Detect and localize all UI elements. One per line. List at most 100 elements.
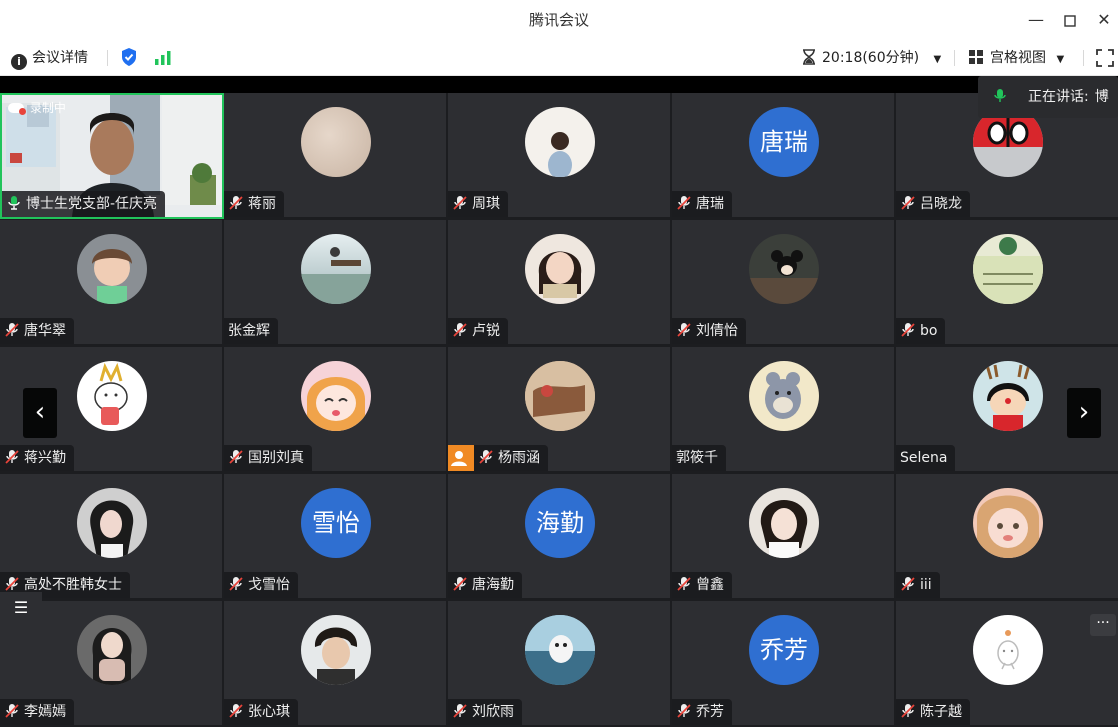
participant-name: 国别刘真	[248, 450, 304, 466]
fullscreen-icon[interactable]	[1096, 49, 1114, 67]
participant-name: Selena	[900, 450, 948, 466]
toolbar-divider	[107, 50, 108, 66]
timer-label: 20:18(60分钟)	[822, 50, 920, 66]
mic-muted-icon	[229, 577, 243, 591]
mic-muted-icon	[453, 196, 467, 210]
participant-tile[interactable]: 刘倩怡	[672, 220, 896, 346]
participant-name: iii	[920, 577, 932, 593]
chevron-left-icon: ‹	[34, 397, 46, 427]
participant-nametag: 卢锐	[448, 318, 508, 344]
minimize-icon[interactable]: —	[1024, 8, 1048, 32]
participant-tile[interactable]: bo	[896, 220, 1118, 346]
meeting-timer[interactable]: 20:18(60分钟) ▼	[802, 40, 941, 76]
participant-name: 戈雪怡	[248, 577, 290, 593]
participant-tile[interactable]: 陈子越	[896, 601, 1118, 727]
participant-grid: 录制中 博士生党支部-任庆亮 蒋丽 周琪 唐瑞 唐瑞 吕晓龙 唐华翠 张金辉 卢…	[0, 93, 1118, 727]
participant-avatar	[77, 361, 147, 431]
toolbar-divider	[954, 50, 955, 66]
participant-tile[interactable]: 国别刘真	[224, 347, 448, 473]
participant-avatar-text: 唐瑞	[749, 107, 819, 177]
network-signal-icon[interactable]	[154, 50, 172, 66]
meeting-details-button[interactable]: i 会议详情	[11, 40, 88, 76]
hourglass-icon	[803, 49, 815, 65]
participant-name: 唐瑞	[696, 196, 724, 212]
participant-nametag: bo	[896, 318, 946, 344]
participant-avatar	[77, 234, 147, 304]
participant-name: 蒋兴勤	[24, 450, 66, 466]
meeting-details-label: 会议详情	[32, 50, 88, 66]
participant-name: 唐海勤	[472, 577, 514, 593]
maximize-icon[interactable]	[1058, 8, 1082, 32]
participant-name: 蒋丽	[248, 196, 276, 212]
chevron-down-icon: ▼	[1056, 54, 1065, 65]
mic-muted-icon	[677, 577, 691, 591]
more-options-button[interactable]: ···	[1090, 614, 1116, 636]
mic-muted-icon	[5, 704, 19, 718]
participant-nametag: 杨雨涵	[448, 445, 548, 471]
participant-name: 李嫣嫣	[24, 704, 66, 720]
participant-avatar	[301, 361, 371, 431]
next-page-button[interactable]: ›	[1067, 388, 1101, 438]
participant-name: 刘欣雨	[472, 704, 514, 720]
participant-avatar	[525, 234, 595, 304]
participant-nametag: 戈雪怡	[224, 572, 298, 598]
participant-nametag: Selena	[896, 445, 956, 471]
participant-nametag: 国别刘真	[224, 445, 312, 471]
speaking-name: 博	[1094, 89, 1109, 105]
participant-nametag: 唐华翠	[0, 318, 74, 344]
participant-tile[interactable]: 高处不胜韩女士	[0, 474, 224, 600]
speaking-indicator: 正在讲话: 博	[978, 76, 1118, 118]
prev-page-button[interactable]: ‹	[23, 388, 57, 438]
participant-name: 博士生党支部-任庆亮	[26, 196, 158, 212]
mic-muted-icon	[901, 577, 915, 591]
participant-tile[interactable]: 周琪	[448, 93, 672, 219]
mic-on-icon	[994, 89, 1006, 102]
participant-tile[interactable]: 杨雨涵	[448, 347, 672, 473]
participant-tile[interactable]: 曾鑫	[672, 474, 896, 600]
participant-nametag: 刘欣雨	[448, 699, 522, 725]
participant-name: 卢锐	[472, 323, 500, 339]
participant-tile[interactable]: 卢锐	[448, 220, 672, 346]
participant-avatar	[973, 615, 1043, 685]
participant-name: 曾鑫	[696, 577, 724, 593]
participant-nametag: 张金辉	[224, 318, 278, 344]
participant-name: 张心琪	[248, 704, 290, 720]
participant-tile[interactable]: 雪怡 戈雪怡	[224, 474, 448, 600]
participant-tile[interactable]: 乔芳 乔芳	[672, 601, 896, 727]
participant-tile[interactable]: 唐华翠	[0, 220, 224, 346]
participant-avatar	[973, 234, 1043, 304]
mic-muted-icon	[901, 704, 915, 718]
recording-indicator: 录制中	[8, 99, 66, 116]
participant-avatar	[301, 615, 371, 685]
window-title: 腾讯会议	[528, 11, 589, 29]
participant-tile[interactable]: 海勤 唐海勤	[448, 474, 672, 600]
participant-avatar-text: 海勤	[525, 488, 595, 558]
participant-nametag: 唐海勤	[448, 572, 522, 598]
participant-nametag: iii	[896, 572, 940, 598]
participant-tile[interactable]: 刘欣雨	[448, 601, 672, 727]
member-list-button[interactable]: ☰	[0, 592, 42, 624]
participant-nametag: 刘倩怡	[672, 318, 746, 344]
participant-avatar	[973, 361, 1043, 431]
participant-nametag: 曾鑫	[672, 572, 732, 598]
participant-avatar	[749, 234, 819, 304]
participant-tile[interactable]: 郭筱千	[672, 347, 896, 473]
participant-tile[interactable]: 蒋丽	[224, 93, 448, 219]
participant-tile[interactable]: iii	[896, 474, 1118, 600]
close-icon[interactable]: ✕	[1092, 8, 1116, 32]
mic-muted-icon	[229, 450, 243, 464]
view-mode-button[interactable]: 宫格视图 ▼	[968, 40, 1064, 76]
participant-tile[interactable]: 唐瑞 唐瑞	[672, 93, 896, 219]
participant-name: 唐华翠	[24, 323, 66, 339]
recording-cloud-icon	[8, 103, 26, 115]
security-shield-icon[interactable]	[120, 47, 138, 69]
participant-tile[interactable]: 张金辉	[224, 220, 448, 346]
participant-name: 张金辉	[228, 323, 270, 339]
participant-nametag: 蒋丽	[224, 191, 284, 217]
mic-muted-icon	[479, 450, 493, 464]
participant-tile[interactable]: 张心琪	[224, 601, 448, 727]
participant-tile-active-speaker[interactable]: 录制中 博士生党支部-任庆亮	[0, 93, 224, 219]
participant-avatar	[749, 361, 819, 431]
participant-nametag: 张心琪	[224, 699, 298, 725]
toolbar-divider	[1083, 50, 1084, 66]
